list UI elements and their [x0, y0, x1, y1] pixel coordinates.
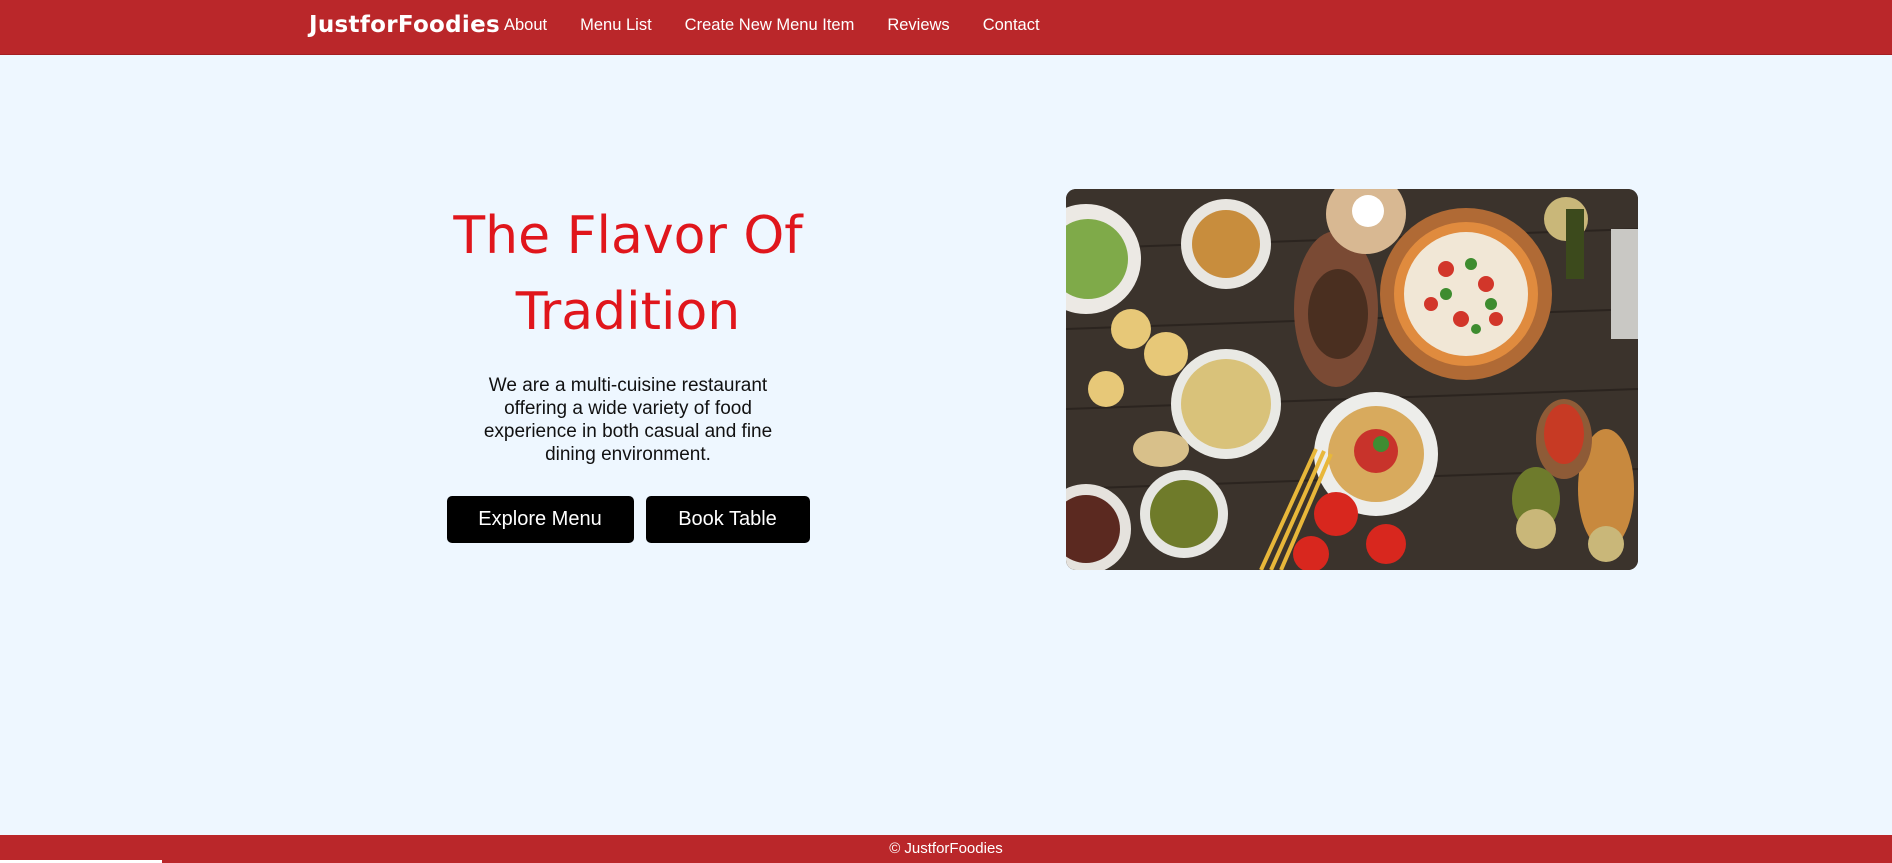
hero-description: We are a multi-cuisine restaurant offeri…: [483, 375, 773, 465]
book-table-button[interactable]: Book Table: [645, 496, 810, 543]
brand-logo-link[interactable]: JustforFoodies: [309, 12, 500, 38]
hero-buttons: Explore Menu Book Table: [440, 496, 816, 543]
top-navbar: JustforFoodies About Menu List Create Ne…: [0, 0, 1892, 55]
hero-food-image: [1066, 189, 1638, 570]
hero-title-line2: Tradition: [515, 282, 741, 342]
nav-link-contact[interactable]: Contact: [983, 16, 1040, 35]
nav-links: About Menu List Create New Menu Item Rev…: [504, 16, 1073, 35]
hero-title-line1: The Flavor Of: [453, 206, 803, 266]
nav-link-about[interactable]: About: [504, 16, 547, 35]
nav-link-menu-list[interactable]: Menu List: [580, 16, 652, 35]
footer: © JustforFoodies: [0, 835, 1892, 863]
hero-section: The Flavor Of Tradition We are a multi-c…: [440, 198, 816, 543]
nav-link-create-menu-item[interactable]: Create New Menu Item: [685, 16, 855, 35]
hero-title: The Flavor Of Tradition: [440, 198, 816, 350]
explore-menu-button[interactable]: Explore Menu: [446, 496, 634, 543]
footer-copyright: © JustforFoodies: [889, 840, 1003, 857]
nav-link-reviews[interactable]: Reviews: [887, 16, 949, 35]
